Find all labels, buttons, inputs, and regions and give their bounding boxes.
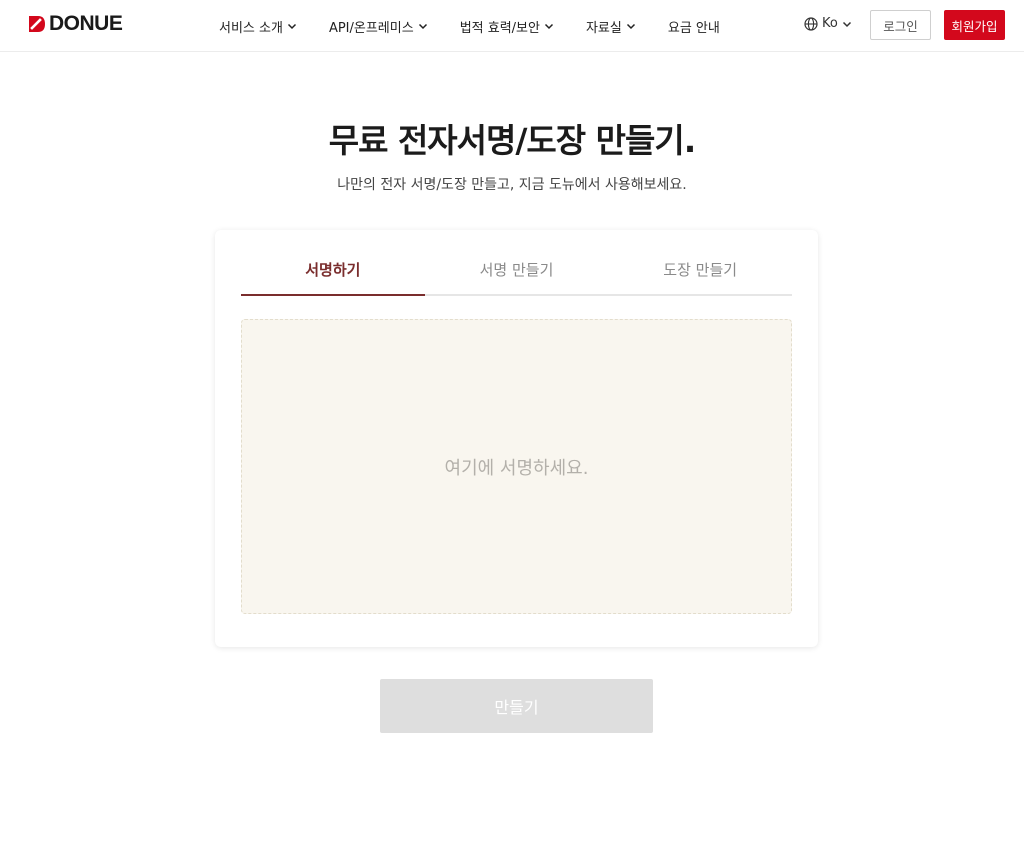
language-selector[interactable]: Ko (804, 16, 852, 31)
donue-logo-mark-icon (29, 16, 45, 32)
tab-create-stamp[interactable]: 도장 만들기 (608, 250, 792, 294)
tab-sign[interactable]: 서명하기 (241, 250, 425, 296)
chevron-down-icon (842, 21, 851, 27)
nav-item-legal-security[interactable]: 법적 효력/보안 (460, 17, 554, 36)
nav-item-api-onpremise[interactable]: API/온프레미스 (329, 17, 428, 36)
create-button[interactable]: 만들기 (380, 679, 653, 733)
logo-text: DONUE (49, 12, 123, 35)
nav-item-label: 법적 효력/보안 (459, 20, 540, 36)
nav-item-label: API/온프레미스 (328, 20, 414, 36)
page-title: 무료 전자서명/도장 만들기. (328, 121, 697, 160)
page-subtitle: 나만의 전자 서명/도장 만들고, 지금 도뉴에서 사용해보세요. (337, 177, 687, 193)
main-nav: 서비스 소개 API/온프레미스 법적 효력/보안 자료실 요금 안내 (219, 0, 752, 52)
signature-canvas[interactable]: 여기에 서명하세요. (241, 319, 792, 614)
top-header: DONUE 서비스 소개 API/온프레미스 법적 효력/보안 자료실 요금 안… (0, 0, 1024, 52)
login-button[interactable]: 로그인 (870, 10, 931, 40)
chevron-down-icon (287, 23, 296, 30)
nav-item-label: 요금 안내 (667, 20, 720, 36)
signature-tabs: 서명하기 서명 만들기 도장 만들기 (241, 250, 792, 296)
chevron-down-icon (544, 23, 553, 30)
chevron-down-icon (626, 23, 635, 30)
tab-create-signature[interactable]: 서명 만들기 (425, 250, 609, 294)
signup-button[interactable]: 회원가입 (944, 10, 1005, 40)
signature-placeholder: 여기에 서명하세요. (444, 457, 589, 479)
globe-icon (804, 16, 818, 31)
donue-logo[interactable]: DONUE (28, 12, 123, 35)
nav-item-pricing[interactable]: 요금 안내 (668, 17, 720, 36)
nav-item-service-intro[interactable]: 서비스 소개 (219, 17, 297, 36)
nav-item-label: 서비스 소개 (219, 20, 283, 36)
nav-item-label: 자료실 (585, 20, 622, 36)
chevron-down-icon (418, 23, 427, 30)
language-label: Ko (822, 16, 838, 31)
nav-item-resources[interactable]: 자료실 (586, 17, 636, 36)
signature-card: 서명하기 서명 만들기 도장 만들기 여기에 서명하세요. (215, 230, 818, 647)
